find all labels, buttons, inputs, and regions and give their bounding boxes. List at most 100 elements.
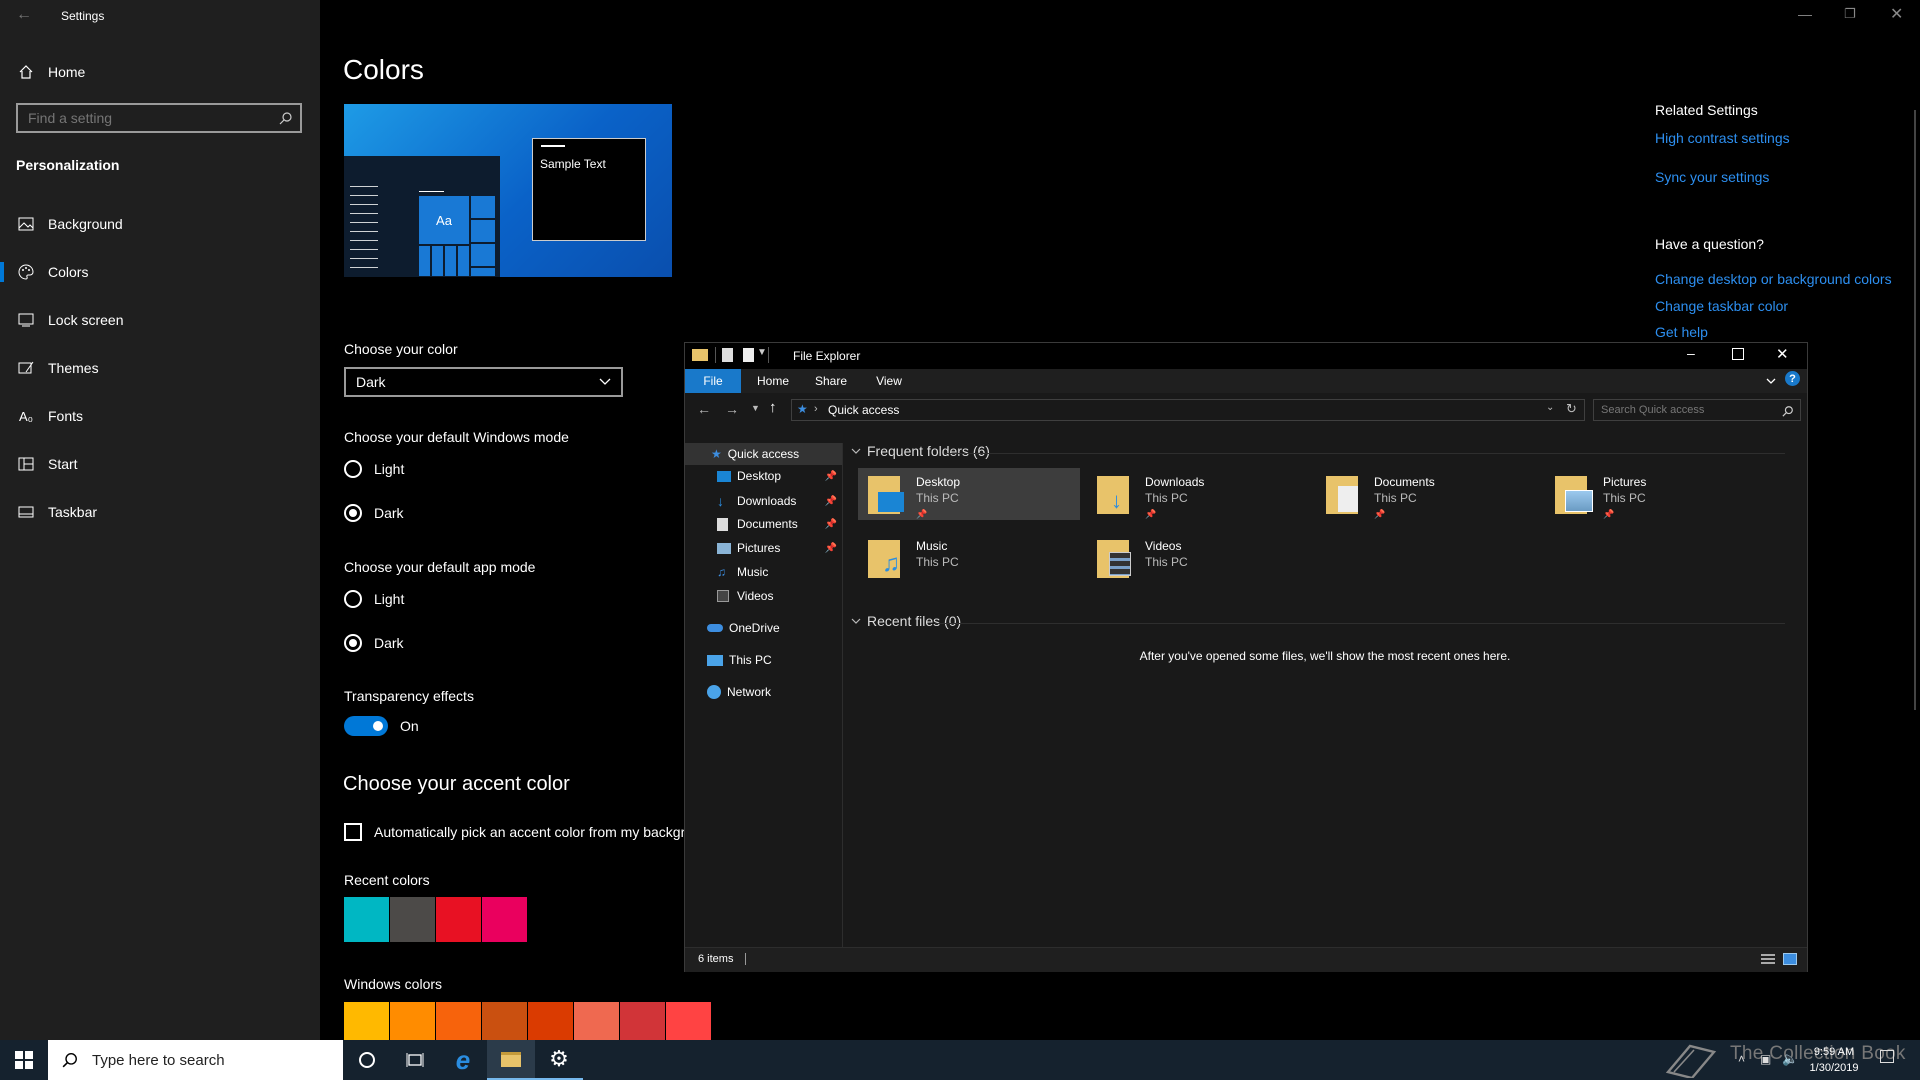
change-taskbar-link[interactable]: Change taskbar color: [1655, 298, 1788, 314]
color-swatch[interactable]: [620, 1002, 665, 1040]
nav-lock-screen[interactable]: Lock screen: [0, 300, 320, 340]
task-view-button[interactable]: [391, 1040, 439, 1080]
radio-circle[interactable]: [344, 460, 362, 478]
tree-videos[interactable]: Videos: [717, 589, 837, 603]
folder-tile-pictures[interactable]: Pictures This PC 📌: [1545, 468, 1767, 520]
radio-circle-selected[interactable]: [344, 634, 362, 652]
folder-tile-desktop[interactable]: Desktop This PC 📌: [858, 468, 1080, 520]
file-explorer-taskbar-button[interactable]: [487, 1040, 535, 1080]
breadcrumb-chevron-icon[interactable]: ›: [814, 403, 818, 415]
back-icon[interactable]: ←: [697, 401, 711, 417]
change-colors-link[interactable]: Change desktop or background colors: [1655, 271, 1892, 287]
tree-music[interactable]: ♫ Music: [717, 565, 837, 579]
color-swatch[interactable]: [528, 1002, 573, 1040]
transparency-toggle[interactable]: On: [344, 716, 419, 736]
search-icon[interactable]: [1782, 404, 1794, 422]
toggle-switch[interactable]: [344, 716, 388, 736]
qat-dropdown-icon[interactable]: ▼: [757, 347, 767, 358]
taskbar-search-box[interactable]: Type here to search: [48, 1040, 343, 1080]
high-contrast-link[interactable]: High contrast settings: [1655, 130, 1790, 146]
large-icons-view-icon[interactable]: [1783, 953, 1797, 965]
maximize-icon[interactable]: [1732, 348, 1744, 360]
color-swatch[interactable]: [436, 897, 481, 942]
collapse-chevron-icon[interactable]: [851, 447, 861, 455]
radio-circle[interactable]: [344, 590, 362, 608]
tree-downloads[interactable]: ↓ Downloads 📌: [717, 493, 837, 509]
up-icon[interactable]: ↑: [769, 399, 777, 416]
folder-tile-documents[interactable]: Documents This PC 📌: [1316, 468, 1538, 520]
app-mode-light-radio[interactable]: Light: [344, 590, 404, 608]
color-swatch[interactable]: [390, 897, 435, 942]
nav-taskbar[interactable]: Taskbar: [0, 492, 320, 532]
color-swatch[interactable]: [666, 1002, 711, 1040]
tree-documents[interactable]: Documents 📌: [717, 517, 837, 531]
folder-tile-music[interactable]: ♫ Music This PC: [858, 532, 1080, 584]
get-help-link[interactable]: Get help: [1655, 324, 1708, 340]
checkbox-box[interactable]: [344, 823, 362, 841]
edge-button[interactable]: e: [439, 1040, 487, 1080]
nav-home[interactable]: Home: [0, 52, 320, 92]
tree-desktop[interactable]: Desktop 📌: [717, 469, 837, 483]
collapse-chevron-icon[interactable]: [851, 617, 861, 625]
windows-mode-light-radio[interactable]: Light: [344, 460, 404, 478]
color-swatch[interactable]: [390, 1002, 435, 1040]
ribbon-expand-icon[interactable]: [1766, 373, 1776, 391]
minimize-icon[interactable]: –: [1687, 345, 1695, 361]
close-icon[interactable]: ✕: [1890, 4, 1903, 24]
search-icon[interactable]: [272, 111, 300, 125]
tab-file[interactable]: File: [685, 369, 741, 393]
color-swatch[interactable]: [574, 1002, 619, 1040]
help-icon[interactable]: ?: [1785, 371, 1800, 386]
app-mode-dark-radio[interactable]: Dark: [344, 634, 404, 652]
color-swatch[interactable]: [482, 1002, 527, 1040]
tray-chevron-icon[interactable]: ˄: [1738, 1052, 1745, 1066]
nav-start[interactable]: Start: [0, 444, 320, 484]
action-center-icon[interactable]: [1880, 1050, 1894, 1063]
nav-fonts[interactable]: A₀ Fonts: [0, 396, 320, 436]
auto-accent-checkbox[interactable]: Automatically pick an accent color from …: [344, 823, 684, 841]
settings-taskbar-button[interactable]: ⚙: [535, 1040, 583, 1080]
color-swatch[interactable]: [344, 1002, 389, 1040]
restore-icon[interactable]: ❐: [1844, 6, 1856, 22]
nav-background[interactable]: Background: [0, 204, 320, 244]
details-view-icon[interactable]: [1761, 954, 1775, 965]
folder-tile-videos[interactable]: Videos This PC: [1087, 532, 1309, 584]
recent-locations-icon[interactable]: ▼: [751, 403, 760, 413]
forward-icon[interactable]: →: [725, 401, 739, 417]
tree-network[interactable]: Network: [707, 685, 837, 699]
new-folder-icon[interactable]: [743, 348, 754, 362]
radio-circle-selected[interactable]: [344, 504, 362, 522]
start-button[interactable]: [0, 1040, 48, 1080]
close-icon[interactable]: ✕: [1776, 345, 1789, 363]
tab-home[interactable]: Home: [745, 369, 801, 393]
tree-quick-access[interactable]: ★ Quick access: [685, 443, 842, 465]
color-swatch[interactable]: [344, 897, 389, 942]
minimize-icon[interactable]: —: [1798, 6, 1812, 22]
scrollbar[interactable]: [1914, 110, 1916, 710]
windows-mode-dark-radio[interactable]: Dark: [344, 504, 404, 522]
clock[interactable]: 9:59 AM 1/30/2019: [1804, 1044, 1864, 1076]
tree-this-pc[interactable]: This PC: [707, 653, 837, 667]
tab-share[interactable]: Share: [803, 369, 859, 393]
color-swatch[interactable]: [482, 897, 527, 942]
sync-settings-link[interactable]: Sync your settings: [1655, 169, 1769, 185]
folder-tile-downloads[interactable]: ↓ Downloads This PC 📌: [1087, 468, 1309, 520]
find-setting-search[interactable]: [16, 103, 302, 133]
address-bar[interactable]: ★ › Quick access ⌄ ↻: [791, 399, 1585, 421]
choose-color-dropdown[interactable]: Dark: [344, 367, 623, 397]
recent-files-header[interactable]: Recent files (0): [851, 613, 961, 629]
color-swatch[interactable]: [436, 1002, 481, 1040]
tree-pictures[interactable]: Pictures 📌: [717, 541, 837, 555]
explorer-search-box[interactable]: Search Quick access: [1593, 399, 1801, 421]
tab-view[interactable]: View: [861, 369, 917, 393]
properties-icon[interactable]: [722, 348, 733, 362]
address-dropdown-icon[interactable]: ⌄: [1546, 402, 1554, 413]
volume-icon[interactable]: 🔈: [1782, 1051, 1798, 1067]
cortana-button[interactable]: [343, 1040, 391, 1080]
tree-onedrive[interactable]: OneDrive: [707, 621, 837, 635]
refresh-icon[interactable]: ↻: [1566, 401, 1577, 417]
nav-themes[interactable]: Themes: [0, 348, 320, 388]
nav-colors[interactable]: Colors: [0, 252, 320, 292]
find-setting-input[interactable]: [18, 109, 272, 127]
network-tray-icon[interactable]: ▣: [1760, 1052, 1771, 1066]
